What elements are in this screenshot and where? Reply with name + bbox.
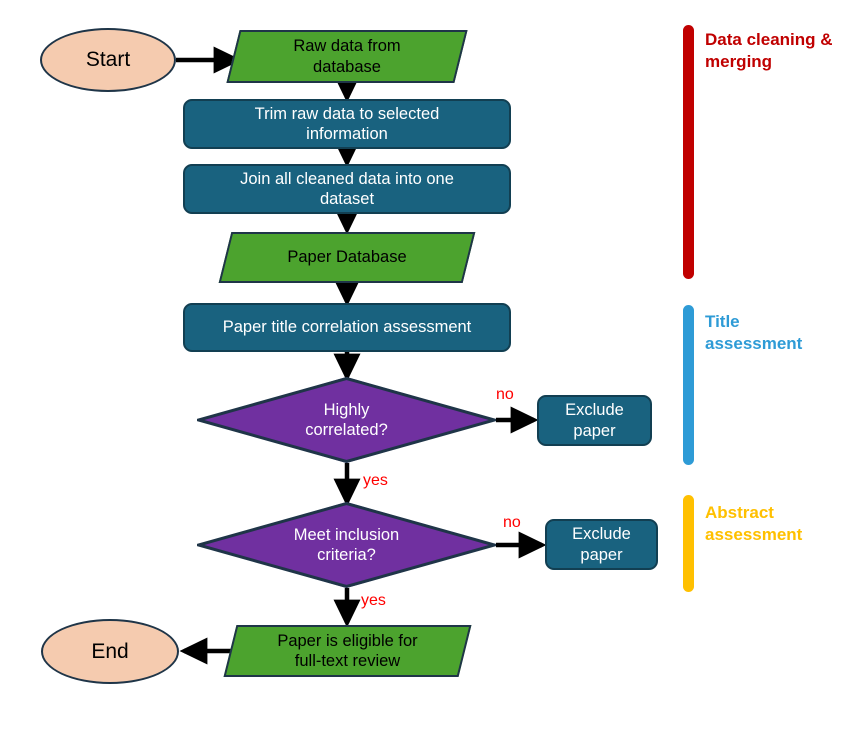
phase-label-abstract-assessment: Abstract assessment [705, 503, 803, 545]
phase-bar-data-cleaning [683, 25, 694, 279]
node-paper-database-label: Paper Database [287, 248, 407, 267]
phase-bar-abstract-assessment [683, 495, 694, 592]
node-end[interactable]: End [41, 619, 179, 684]
edge-label-no-2: no [503, 514, 521, 531]
node-paper-database[interactable]: Paper Database [218, 232, 476, 283]
edge-label-no-1: no [496, 386, 514, 403]
node-join-data-label: Join all cleaned data into one dataset [240, 169, 454, 208]
node-highly-correlated-decision[interactable]: Highly correlated? [197, 377, 496, 463]
node-meet-inclusion-decision[interactable]: Meet inclusion criteria? [197, 502, 496, 588]
node-exclude-paper-2-label: Exclude paper [572, 525, 631, 564]
node-start-label: Start [85, 48, 131, 72]
phase-bar-title-assessment [683, 305, 694, 465]
node-title-correlation-assessment[interactable]: Paper title correlation assessment [183, 303, 511, 352]
node-raw-data-label: Raw data from database [293, 37, 401, 76]
node-trim-raw-data-label: Trim raw data to selected information [254, 104, 440, 143]
node-join-data[interactable]: Join all cleaned data into one dataset [183, 164, 511, 214]
edge-label-yes-1: yes [363, 472, 388, 489]
node-exclude-paper-1-label: Exclude paper [565, 401, 624, 440]
node-start[interactable]: Start [40, 28, 176, 92]
node-highly-correlated-decision-label: Highly correlated? [305, 400, 388, 439]
node-trim-raw-data[interactable]: Trim raw data to selected information [183, 99, 511, 149]
node-exclude-paper-1[interactable]: Exclude paper [537, 395, 652, 446]
node-meet-inclusion-decision-label: Meet inclusion criteria? [293, 525, 400, 564]
phase-label-data-cleaning: Data cleaning & merging [705, 30, 833, 72]
edge-label-yes-2: yes [361, 592, 386, 609]
node-raw-data[interactable]: Raw data from database [226, 30, 468, 83]
node-eligible-for-review[interactable]: Paper is eligible for full-text review [223, 625, 472, 677]
node-title-correlation-assessment-label: Paper title correlation assessment [222, 318, 472, 337]
node-exclude-paper-2[interactable]: Exclude paper [545, 519, 658, 570]
node-end-label: End [91, 639, 129, 663]
phase-label-title-assessment: Title assessment [705, 312, 803, 354]
flowchart-canvas: Start Raw data from database Trim raw da… [0, 0, 867, 734]
node-eligible-for-review-label: Paper is eligible for full-text review [277, 631, 418, 670]
